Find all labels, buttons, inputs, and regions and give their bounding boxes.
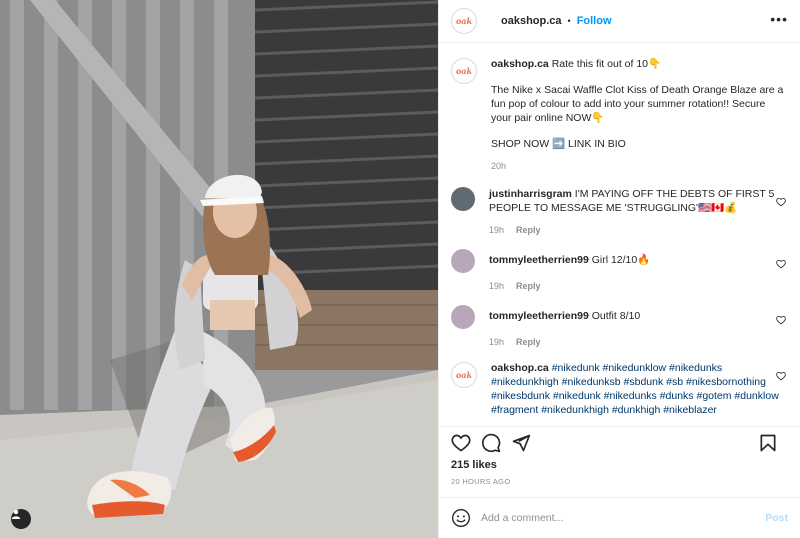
comment-item: oak oakshop.ca #nikedunk #nikedunklow #n… [451, 361, 788, 417]
like-comment-icon[interactable] [776, 315, 786, 325]
comment-body: justinharrisgram I'M PAYING OFF THE DEBT… [489, 187, 787, 237]
like-comment-icon[interactable] [776, 259, 786, 269]
post-photo[interactable] [0, 0, 438, 538]
caption-author-avatar[interactable]: oak [451, 58, 477, 84]
caption-author[interactable]: oakshop.ca [491, 58, 549, 70]
comment-text: Girl 12/10🔥 [591, 254, 651, 266]
like-comment-icon[interactable] [776, 371, 786, 381]
photo-illustration [0, 0, 438, 538]
comment-text: Outfit 8/10 [591, 310, 641, 322]
comment-body: oakshop.ca #nikedunk #nikedunklow #niked… [491, 361, 788, 417]
comment-bubble-icon[interactable] [481, 433, 501, 453]
comment-meta: 19h Reply [489, 223, 787, 237]
caption-text-3: SHOP NOW ➡️ LINK IN BIO [491, 138, 626, 150]
reply-button[interactable]: Reply [516, 281, 541, 291]
comment-meta: 19h Reply [489, 335, 787, 349]
likes-count[interactable]: 215 likes [439, 459, 800, 475]
comment-body: tommyleetherrien99 Outfit 8/10 19h Reply [489, 305, 787, 349]
author-username[interactable]: oakshop.ca [501, 15, 562, 27]
comment-username[interactable]: justinharrisgram [489, 188, 572, 200]
comment-username[interactable]: tommyleetherrien99 [489, 254, 589, 266]
comment-timestamp: 19h [489, 281, 505, 291]
comment-item: justinharrisgram I'M PAYING OFF THE DEBT… [451, 187, 788, 237]
comment-timestamp: 19h [489, 337, 505, 347]
commenter-avatar[interactable]: oak [451, 362, 477, 388]
header-separator: • [567, 16, 571, 26]
share-send-icon[interactable] [511, 433, 531, 453]
reply-button[interactable]: Reply [516, 225, 541, 235]
follow-button[interactable]: Follow [577, 15, 612, 27]
author-avatar[interactable]: oak [451, 8, 477, 34]
caption-text-1: Rate this fit out of 10👇 [551, 58, 662, 70]
save-bookmark-icon[interactable] [758, 433, 778, 453]
comment-body: tommyleetherrien99 Girl 12/10🔥 19h Reply [489, 249, 787, 293]
comments-list[interactable]: oak oakshop.ca Rate this fit out of 10👇 … [439, 43, 800, 426]
post-comment-button[interactable]: Post [765, 512, 788, 524]
post-header: oak oakshop.ca • Follow ••• [439, 0, 800, 43]
post-timestamp: 20 HOURS AGO [451, 477, 511, 486]
caption-meta: 20h [491, 159, 788, 173]
avatar-logo-text: oak [455, 66, 473, 76]
like-comment-icon[interactable] [776, 197, 786, 207]
reply-button[interactable]: Reply [516, 337, 541, 347]
add-comment-input[interactable]: Add a comment... [481, 512, 765, 524]
caption-timestamp: 20h [491, 161, 507, 171]
comment-timestamp: 19h [489, 225, 505, 235]
comment-item: tommyleetherrien99 Outfit 8/10 19h Reply [451, 305, 788, 349]
like-heart-icon[interactable] [451, 433, 471, 453]
comment-username[interactable]: tommyleetherrien99 [489, 310, 589, 322]
caption-body: oakshop.ca Rate this fit out of 10👇 The … [491, 57, 788, 173]
caption: oak oakshop.ca Rate this fit out of 10👇 … [451, 57, 788, 173]
instagram-post-modal: oak oakshop.ca • Follow ••• oak oakshop.… [0, 0, 800, 538]
emoji-smile-icon[interactable] [451, 508, 471, 528]
caption-text-2: The Nike x Sacai Waffle Clot Kiss of Dea… [491, 84, 784, 124]
comment-composer: Add a comment... Post [439, 497, 800, 538]
commenter-avatar[interactable] [451, 187, 475, 211]
post-sidebar: oak oakshop.ca • Follow ••• oak oakshop.… [438, 0, 800, 538]
tagged-user-icon[interactable] [11, 509, 31, 529]
comment-username[interactable]: oakshop.ca [491, 362, 549, 374]
action-bar [439, 426, 800, 459]
avatar-logo-text: oak [455, 16, 473, 26]
comment-meta: 19h Reply [489, 279, 787, 293]
comment-item: tommyleetherrien99 Girl 12/10🔥 19h Reply [451, 249, 788, 293]
commenter-avatar[interactable] [451, 249, 475, 273]
commenter-avatar[interactable] [451, 305, 475, 329]
more-options-icon[interactable]: ••• [770, 12, 788, 26]
avatar-logo-text: oak [455, 370, 473, 380]
